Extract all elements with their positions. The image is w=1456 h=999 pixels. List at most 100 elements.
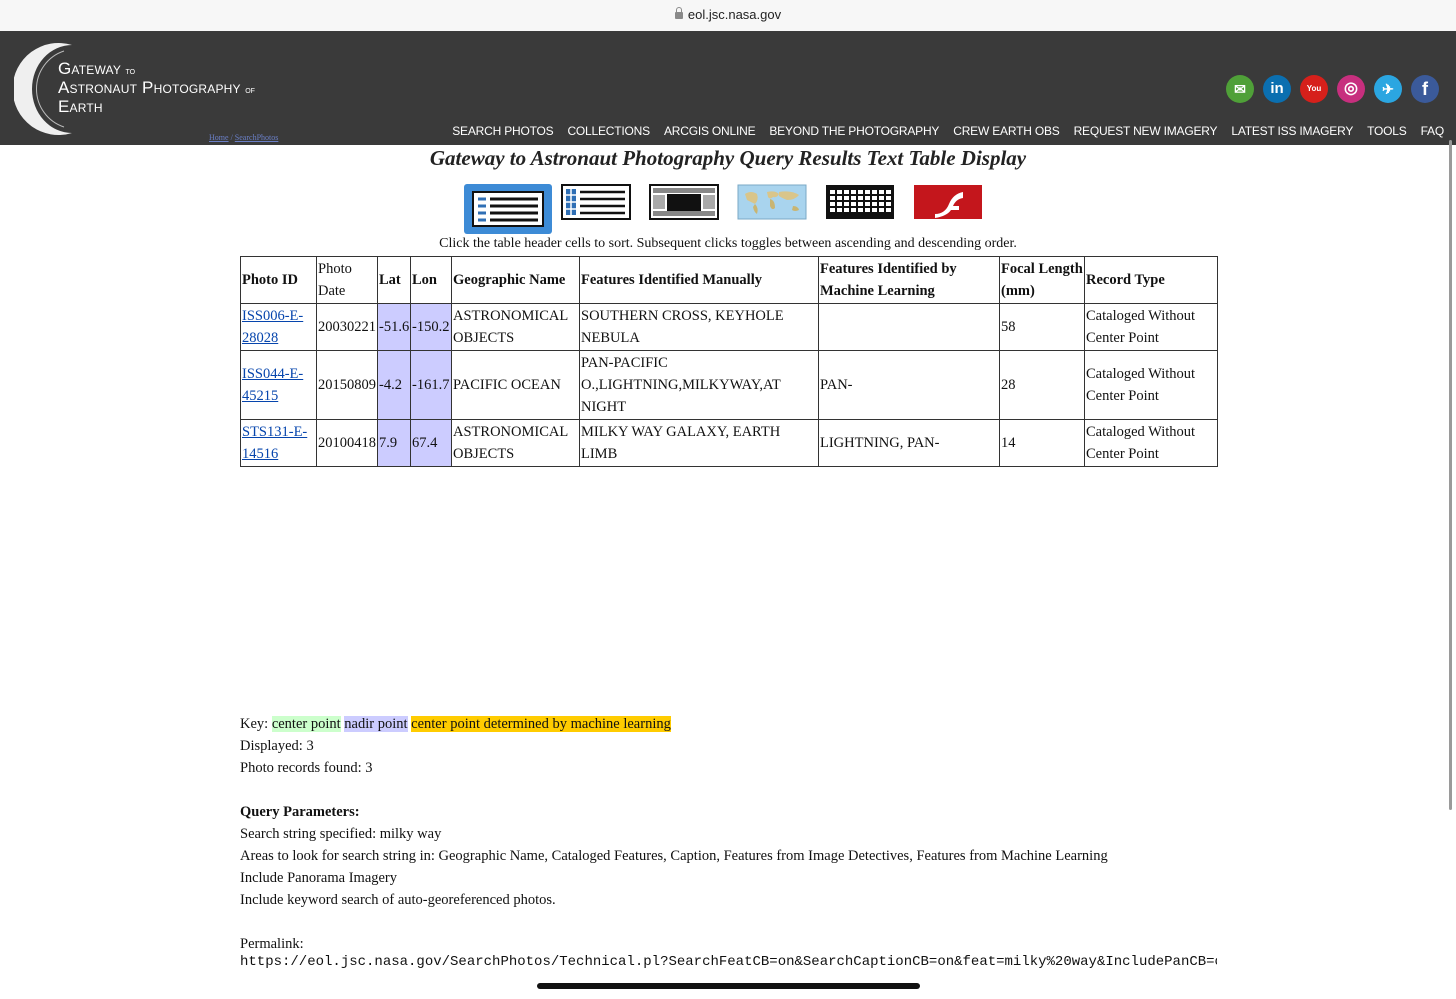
table-header-row: Photo ID Photo Date Lat Lon Geographic N…: [240, 256, 1218, 304]
cell-lon: -161.7: [410, 350, 452, 420]
photo-id-link[interactable]: STS131-E-14516: [242, 424, 307, 462]
search-areas: Areas to look for search string in: Geog…: [240, 848, 1108, 864]
cell-features-ml: PAN-: [818, 350, 1000, 420]
cell-features-manual: SOUTHERN CROSS, KEYHOLE NEBULA: [579, 303, 819, 351]
breadcrumb-searchphotos-link[interactable]: SearchPhotos: [235, 133, 279, 142]
nav-faq[interactable]: FAQ: [1421, 124, 1445, 138]
query-parameters-heading: Query Parameters:: [240, 804, 360, 820]
lock-icon: [674, 7, 683, 19]
cell-features-manual: PAN-PACIFIC O.,LIGHTNING,MILKYWAY,AT NIG…: [579, 350, 819, 420]
cell-features-ml: [818, 303, 1000, 351]
home-indicator[interactable]: [537, 983, 920, 989]
header-lon[interactable]: Lon: [410, 256, 452, 304]
cell-focal-length: 14: [999, 419, 1085, 467]
permalink-url[interactable]: https://eol.jsc.nasa.gov/SearchPhotos/Te…: [240, 954, 1217, 970]
instagram-icon[interactable]: ◎: [1337, 75, 1365, 103]
cell-geographic-name: PACIFIC OCEAN: [451, 350, 580, 420]
cell-focal-length: 28: [999, 350, 1085, 420]
cell-record-type: Cataloged Without Center Point: [1084, 350, 1218, 420]
cell-photo-date: 20030221: [316, 303, 378, 351]
nav-search-photos[interactable]: SEARCH PHOTOS: [452, 124, 553, 138]
table-row: ISS044-E-45215 20150809 -4.2 -161.7 PACI…: [240, 350, 1218, 420]
nav-beyond-the-photography[interactable]: BEYOND THE PHOTOGRAPHY: [769, 124, 939, 138]
url-text: eol.jsc.nasa.gov: [687, 7, 782, 22]
site-logo[interactable]: Gateway to Astronaut Photography of Eart…: [14, 43, 294, 135]
grid-view-icon[interactable]: [825, 184, 895, 220]
filmstrip-view-icon[interactable]: [649, 184, 719, 220]
url-display[interactable]: eol.jsc.nasa.gov: [0, 7, 1456, 22]
cell-record-type: Cataloged Without Center Point: [1084, 419, 1218, 467]
list-view-icon[interactable]: [561, 184, 631, 220]
key-label: Key:: [240, 716, 269, 732]
table-row: STS131-E-14516 20100418 7.9 67.4 ASTRONO…: [240, 419, 1218, 467]
logo-line-1: Gateway to: [58, 59, 135, 79]
cell-features-manual: MILKY WAY GALAXY, EARTH LIMB: [579, 419, 819, 467]
cell-photo-id: STS131-E-14516: [240, 419, 317, 467]
nav-request-new-imagery[interactable]: REQUEST NEW IMAGERY: [1074, 124, 1218, 138]
cell-photo-date: 20150809: [316, 350, 378, 420]
browser-url-bar[interactable]: eol.jsc.nasa.gov: [0, 0, 1456, 31]
cell-photo-id: ISS044-E-45215: [240, 350, 317, 420]
sort-instructions: Click the table header cells to sort. Su…: [439, 236, 1017, 251]
header-photo-id[interactable]: Photo ID: [240, 256, 317, 304]
cell-focal-length: 58: [999, 303, 1085, 351]
cell-geographic-name: ASTRONOMICAL OBJECTS: [451, 303, 580, 351]
cell-lat: -51.6: [377, 303, 411, 351]
cell-lat: -4.2: [377, 350, 411, 420]
results-table: Photo ID Photo Date Lat Lon Geographic N…: [240, 256, 1218, 467]
cell-photo-id: ISS006-E-28028: [240, 303, 317, 351]
records-found-count: Photo records found: 3: [240, 760, 373, 776]
cell-lat: 7.9: [377, 419, 411, 467]
include-keyword-search: Include keyword search of auto-georefere…: [240, 892, 556, 908]
text-table-view-icon[interactable]: [464, 184, 552, 234]
cell-geographic-name: ASTRONOMICAL OBJECTS: [451, 419, 580, 467]
breadcrumb: Home / SearchPhotos: [209, 133, 278, 142]
results-footer: Key: center point nadir point center poi…: [240, 713, 1108, 955]
cell-features-ml: LIGHTNING, PAN-: [818, 419, 1000, 467]
nav-arcgis-online[interactable]: ARCGIS ONLINE: [664, 124, 756, 138]
logo-line-3: Earth: [58, 97, 103, 117]
cell-lon: -150.2: [410, 303, 452, 351]
twitter-icon[interactable]: ✈: [1374, 75, 1402, 103]
key-nadir-point: nadir point: [344, 716, 408, 732]
cell-record-type: Cataloged Without Center Point: [1084, 303, 1218, 351]
photo-id-link[interactable]: ISS006-E-28028: [242, 308, 303, 346]
logo-word-astronaut-photography: Astronaut Photography: [58, 78, 241, 97]
permalink-label: Permalink:: [240, 936, 304, 952]
nav-crew-earth-obs[interactable]: CREW EARTH OBS: [953, 124, 1060, 138]
table-row: ISS006-E-28028 20030221 -51.6 -150.2 AST…: [240, 303, 1218, 351]
include-panorama: Include Panorama Imagery: [240, 870, 398, 886]
displayed-count: Displayed: 3: [240, 738, 314, 754]
map-view-icon[interactable]: [737, 184, 807, 220]
nav-latest-iss-imagery[interactable]: LATEST ISS IMAGERY: [1231, 124, 1353, 138]
logo-word-gateway: Gateway: [58, 59, 122, 78]
main-nav: SEARCH PHOTOS COLLECTIONS ARCGIS ONLINE BEY…: [438, 124, 1444, 138]
header-features-ml[interactable]: Features Identified by Machine Learning: [818, 256, 1000, 304]
key-center-point: center point: [271, 716, 341, 732]
site-header: Gateway to Astronaut Photography of Eart…: [0, 31, 1456, 145]
breadcrumb-home-link[interactable]: Home: [209, 133, 229, 142]
logo-line-2: Astronaut Photography of: [58, 78, 255, 98]
linkedin-icon[interactable]: in: [1263, 75, 1291, 103]
logo-word-of: of: [245, 85, 255, 96]
cell-lon: 67.4: [410, 419, 452, 467]
logo-word-earth: Earth: [58, 97, 103, 116]
header-focal-length[interactable]: Focal Length (mm): [999, 256, 1085, 304]
photo-id-link[interactable]: ISS044-E-45215: [242, 366, 303, 404]
header-photo-date[interactable]: Photo Date: [316, 256, 378, 304]
header-geographic-name[interactable]: Geographic Name: [451, 256, 580, 304]
nav-tools[interactable]: TOOLS: [1367, 124, 1407, 138]
flash-player-icon[interactable]: [913, 184, 983, 220]
header-lat[interactable]: Lat: [377, 256, 411, 304]
header-features-manual[interactable]: Features Identified Manually: [579, 256, 819, 304]
nav-collections[interactable]: COLLECTIONS: [567, 124, 650, 138]
search-string: Search string specified: milky way: [240, 826, 442, 842]
logo-word-to: to: [125, 66, 136, 77]
cell-photo-date: 20100418: [316, 419, 378, 467]
key-legend: Key: center point nadir point center poi…: [240, 713, 1108, 735]
facebook-icon[interactable]: f: [1411, 75, 1439, 103]
page-title: Gateway to Astronaut Photography Query R…: [429, 146, 1027, 170]
email-icon[interactable]: ✉: [1226, 75, 1254, 103]
youtube-icon[interactable]: You: [1300, 75, 1328, 103]
header-record-type[interactable]: Record Type: [1084, 256, 1218, 304]
